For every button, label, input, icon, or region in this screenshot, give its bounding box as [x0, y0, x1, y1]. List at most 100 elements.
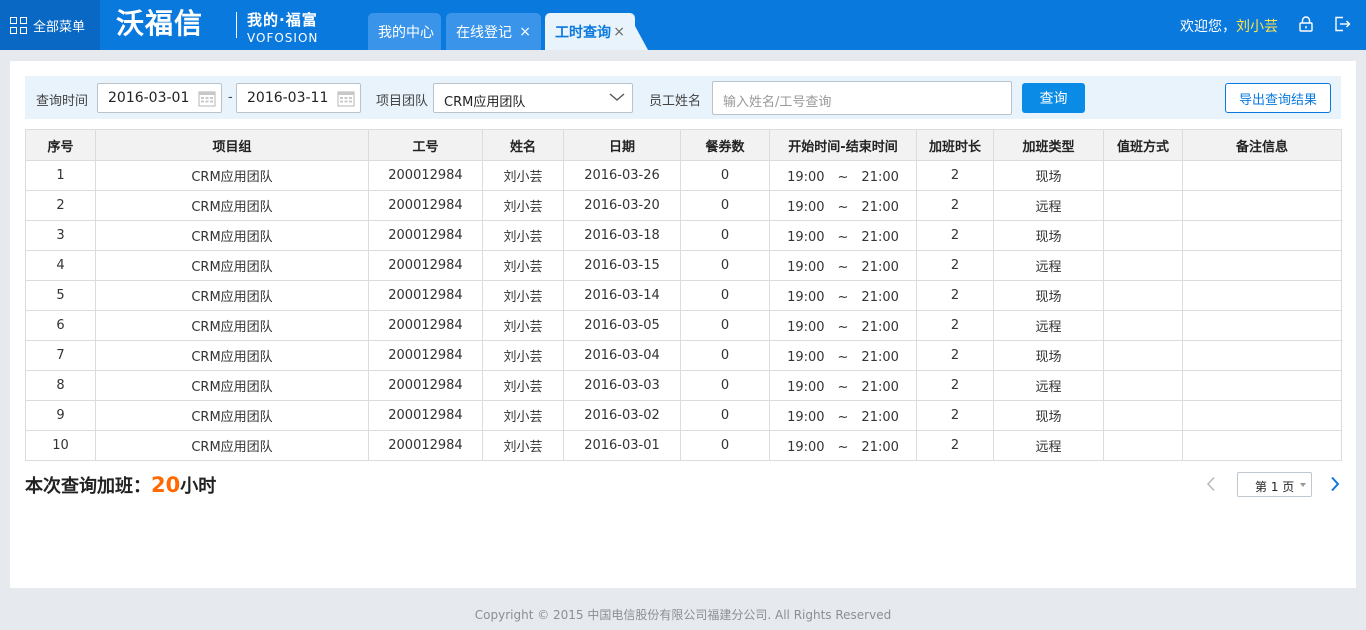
all-menu-label: 全部菜单: [33, 19, 86, 35]
table-cell: 2: [916, 430, 994, 461]
table-cell: 2016-03-02: [563, 400, 681, 431]
footer-copyright: Copyright © 2015 中国电信股份有限公司福建分公司. All Ri…: [0, 600, 1366, 630]
employee-search-input[interactable]: 输入姓名/工号查询: [712, 81, 1012, 115]
table-cell: [1103, 310, 1183, 341]
table-cell: 刘小芸: [482, 190, 564, 221]
table-cell: 远程: [993, 310, 1104, 341]
brand-logo: 沃福信: [116, 7, 204, 40]
table-cell: 200012984: [368, 370, 483, 401]
calendar-icon[interactable]: [198, 89, 216, 107]
table-cell: 2: [916, 190, 994, 221]
table-row[interactable]: 9 CRM应用团队 200012984 刘小芸 2016-03-02 0 19:00 ~ 2…: [25, 400, 1342, 431]
table-row[interactable]: 5 CRM应用团队 200012984 刘小芸 2016-03-14 0 19:00 ~ 2…: [25, 280, 1342, 311]
table-cell: [1182, 340, 1342, 371]
end-date-value: 2016-03-11: [247, 90, 329, 106]
table-cell: 0: [680, 340, 770, 371]
table-cell: 19:00 ~ 21:00: [769, 400, 917, 431]
column-header: 餐券数: [680, 129, 770, 161]
table-row[interactable]: 1 CRM应用团队 200012984 刘小芸 2016-03-26 0 19:00 ~ 2…: [25, 160, 1342, 191]
table-cell: 现场: [993, 280, 1104, 311]
table-cell: [1182, 400, 1342, 431]
all-menu-button[interactable]: 全部菜单: [0, 0, 100, 50]
table-cell: 刘小芸: [482, 340, 564, 371]
table-cell: [1103, 190, 1183, 221]
caret-down-icon: [1300, 483, 1306, 487]
calendar-icon[interactable]: [337, 89, 355, 107]
table-cell: 2016-03-05: [563, 310, 681, 341]
table-cell: [1103, 250, 1183, 281]
table-cell: 现场: [993, 400, 1104, 431]
table-cell: [1182, 310, 1342, 341]
table-cell: 2: [916, 220, 994, 251]
table-cell: 2016-03-14: [563, 280, 681, 311]
table-cell: CRM应用团队: [95, 400, 369, 431]
table-row[interactable]: 10 CRM应用团队 200012984 刘小芸 2016-03-01 0 19:00 ~ …: [25, 430, 1342, 461]
table-header-row: 序号 项目组 工号 姓名 日期 餐券数 开始时间-结束时间 加班时长 加班类型 值班方式 备注信息: [25, 129, 1342, 161]
table-row[interactable]: 6 CRM应用团队 200012984 刘小芸 2016-03-05 0 19:00 ~ 2…: [25, 310, 1342, 341]
table-cell: 200012984: [368, 160, 483, 191]
table-cell: 刘小芸: [482, 250, 564, 281]
table-cell: [1103, 400, 1183, 431]
column-header: 工号: [368, 129, 483, 161]
table-cell: 200012984: [368, 190, 483, 221]
table-cell: 刘小芸: [482, 370, 564, 401]
table-cell: 2016-03-04: [563, 340, 681, 371]
close-icon[interactable]: ×: [519, 24, 531, 40]
table-cell: 0: [680, 430, 770, 461]
tab-label: 工时查询: [555, 24, 611, 41]
table-row[interactable]: 8 CRM应用团队 200012984 刘小芸 2016-03-03 0 19:00 ~ 2…: [25, 370, 1342, 401]
chevron-left-icon[interactable]: [1205, 476, 1217, 492]
table-cell: 2: [916, 400, 994, 431]
export-results-button[interactable]: 导出查询结果: [1225, 83, 1331, 113]
table-cell: CRM应用团队: [95, 370, 369, 401]
table-cell: 刘小芸: [482, 160, 564, 191]
table-cell: 刘小芸: [482, 310, 564, 341]
table-row[interactable]: 7 CRM应用团队 200012984 刘小芸 2016-03-04 0 19:00 ~ 2…: [25, 340, 1342, 371]
table-cell: [1103, 340, 1183, 371]
close-icon[interactable]: ×: [613, 24, 625, 40]
column-header: 备注信息: [1182, 129, 1342, 161]
table-cell: 2: [916, 250, 994, 281]
column-header: 加班类型: [993, 129, 1104, 161]
user-name-link[interactable]: 刘小芸: [1236, 19, 1278, 35]
table-row[interactable]: 2 CRM应用团队 200012984 刘小芸 2016-03-20 0 19:00 ~ 2…: [25, 190, 1342, 221]
tab-online-register[interactable]: 在线登记 ×: [446, 13, 541, 50]
table-cell: 9: [25, 400, 96, 431]
table-cell: 2: [916, 370, 994, 401]
query-button[interactable]: 查询: [1022, 83, 1085, 113]
page-select[interactable]: 第 1 页: [1237, 472, 1312, 497]
table-cell: CRM应用团队: [95, 430, 369, 461]
tab-label: 我的中心: [378, 24, 434, 41]
table-row[interactable]: 3 CRM应用团队 200012984 刘小芸 2016-03-18 0 19:00 ~ 2…: [25, 220, 1342, 251]
table-cell: 远程: [993, 190, 1104, 221]
table-cell: 现场: [993, 220, 1104, 251]
employee-name-label: 员工姓名: [649, 94, 702, 109]
column-header: 姓名: [482, 129, 564, 161]
table-cell: 10: [25, 430, 96, 461]
table-cell: 19:00 ~ 21:00: [769, 280, 917, 311]
logout-icon[interactable]: [1334, 16, 1351, 32]
table-cell: 0: [680, 370, 770, 401]
table-cell: 19:00 ~ 21:00: [769, 190, 917, 221]
lock-icon[interactable]: [1299, 16, 1313, 32]
tab-my-center[interactable]: 我的中心: [368, 13, 441, 50]
tab-hours-query[interactable]: 工时查询 ×: [545, 13, 635, 50]
table-cell: 0: [680, 250, 770, 281]
table-cell: 远程: [993, 250, 1104, 281]
table-cell: 200012984: [368, 220, 483, 251]
end-date-input[interactable]: 2016-03-11: [236, 83, 361, 113]
column-header: 值班方式: [1103, 129, 1183, 161]
table-cell: 现场: [993, 340, 1104, 371]
chevron-right-icon[interactable]: [1329, 476, 1341, 492]
project-team-select[interactable]: CRM应用团队: [433, 83, 633, 113]
table-cell: [1103, 220, 1183, 251]
table-cell: 0: [680, 310, 770, 341]
table-cell: 6: [25, 310, 96, 341]
start-date-input[interactable]: 2016-03-01: [97, 83, 222, 113]
table-cell: CRM应用团队: [95, 160, 369, 191]
summary-label: 本次查询加班：: [25, 476, 151, 497]
table-row[interactable]: 4 CRM应用团队 200012984 刘小芸 2016-03-15 0 19:00 ~ 2…: [25, 250, 1342, 281]
table-cell: CRM应用团队: [95, 190, 369, 221]
table-cell: 19:00 ~ 21:00: [769, 430, 917, 461]
table-cell: 1: [25, 160, 96, 191]
